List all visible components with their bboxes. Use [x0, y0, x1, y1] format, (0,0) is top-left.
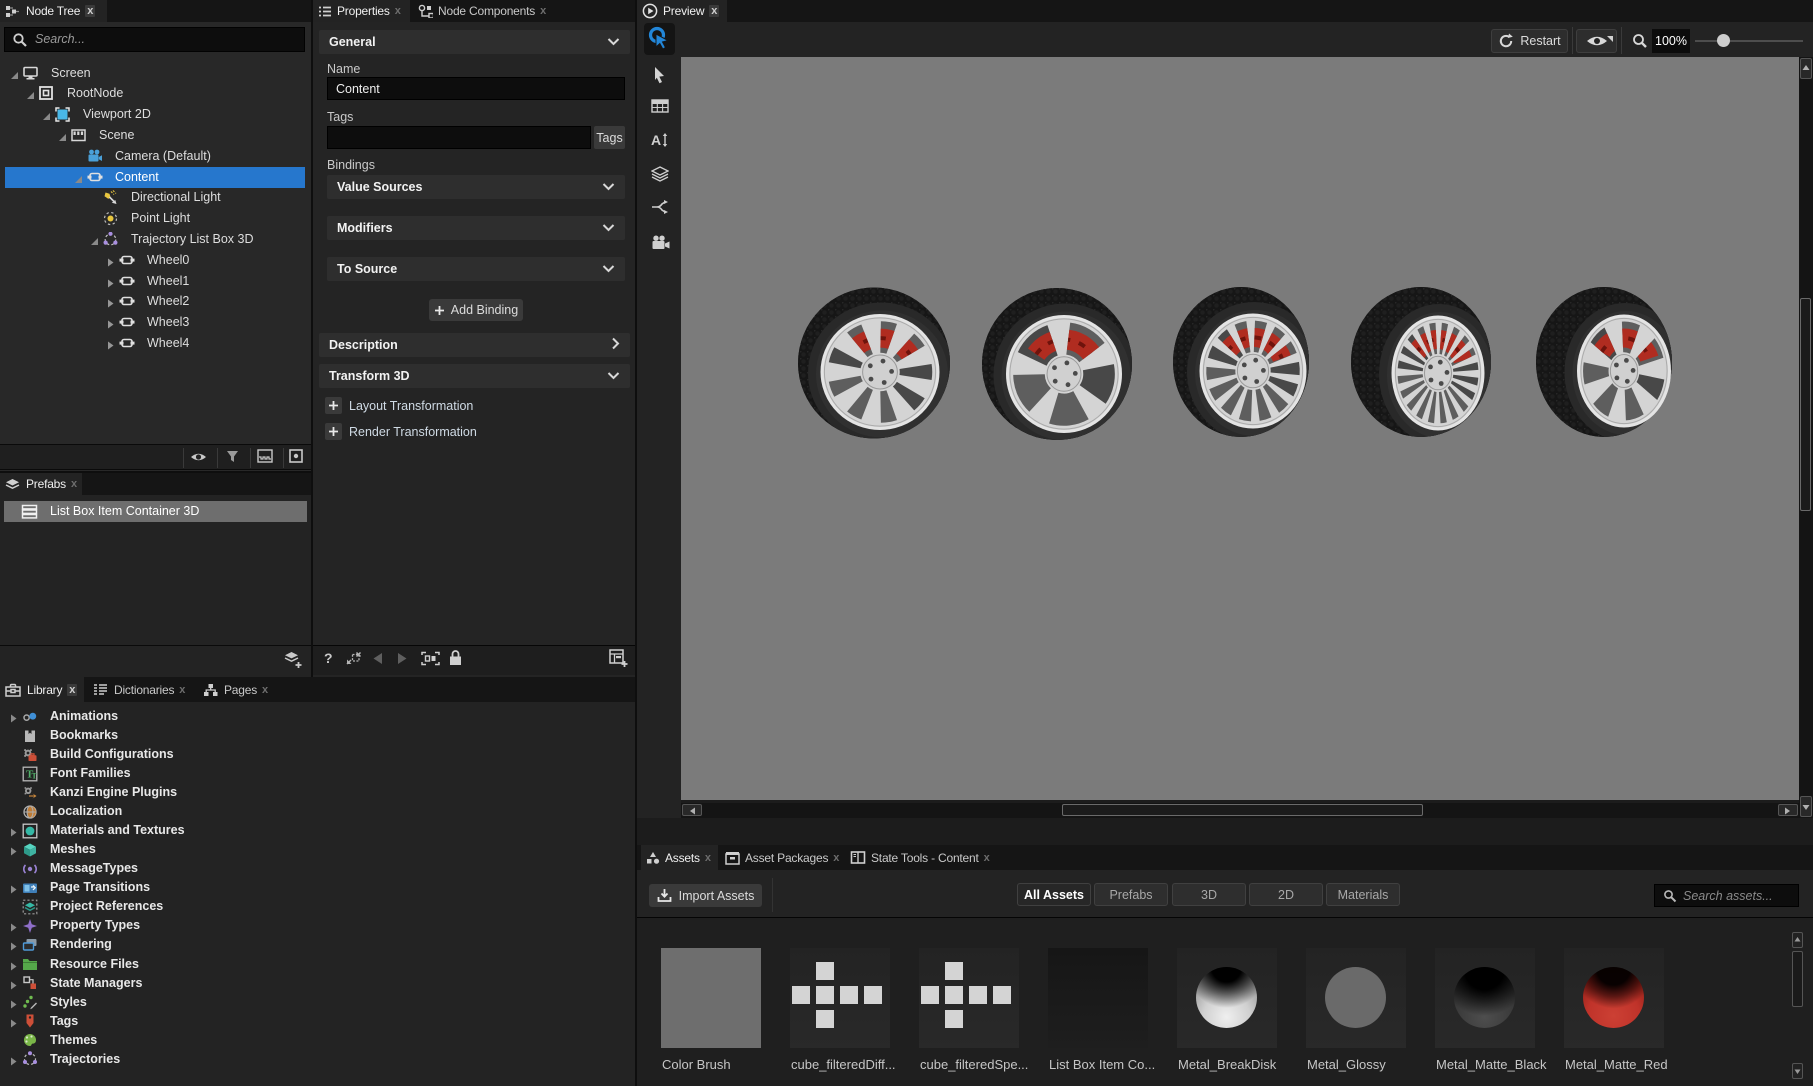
svg-text:T: T [32, 771, 38, 780]
svg-text:A: A [651, 132, 661, 148]
